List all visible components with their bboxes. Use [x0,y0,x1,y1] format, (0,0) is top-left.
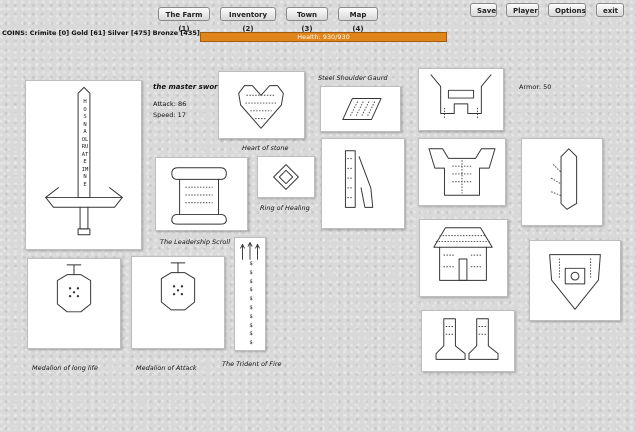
item-shield[interactable] [529,240,621,321]
boots-icon [435,318,499,360]
gauntlet-icon [551,148,578,210]
item-medalion-long-life[interactable] [27,258,121,349]
exit-button[interactable]: exit [596,3,624,17]
sword-speed: Speed: 17 [153,111,186,119]
player-button[interactable]: Player [506,3,539,17]
save-button[interactable]: Save [470,3,497,17]
item-helmet[interactable] [418,68,504,131]
ring-icon [273,164,299,190]
tab-map[interactable]: Map (4) [338,7,378,33]
medalion-attack-label: Medalion of Attack [136,364,197,372]
ring-label: Ring of Healing [260,204,310,212]
shoulder-guard-icon [342,98,382,120]
sword-name: the master sword [153,83,223,91]
tab-the-farm[interactable]: The Farm (1) [158,7,210,33]
medalion-life-label: Medalion of long life [32,364,98,372]
heart-label: Heart of stone [242,144,289,152]
item-heart-of-stone[interactable] [218,71,305,139]
item-ring-of-healing[interactable] [257,156,315,198]
health-bar: Health: 930/930 [200,32,447,42]
item-leg-armor[interactable] [321,138,405,229]
item-chest-armor[interactable] [418,138,506,206]
tab-inventory[interactable]: Inventory (2) [220,7,276,33]
sword-inscription: H O S N A OL RU AT E IM N E [81,99,89,188]
item-master-sword[interactable]: H O S N A OL RU AT E IM N E [25,80,142,250]
trident-shaft: $ $ $ $ $ $ $ $ $ $ [249,261,253,347]
shoulder-label: Steel Shoulder Gaurd [318,74,388,82]
item-house[interactable] [419,219,508,297]
medalion-icon [56,264,92,313]
item-trident-of-fire[interactable]: $ $ $ $ $ $ $ $ $ $ [234,237,266,351]
house-icon [433,227,493,281]
item-medalion-attack[interactable] [131,256,225,349]
helmet-icon [430,74,492,120]
item-steel-shoulder[interactable] [320,86,401,132]
medalion-attack-icon [160,262,196,311]
scroll-icon [171,167,227,225]
sword-attack: Attack: 86 [153,100,187,108]
item-boots[interactable] [421,310,515,372]
leg-armor-icon [344,150,374,208]
coins-readout: COINS: Crimite [0] Gold [61] Silver [475… [2,29,200,37]
item-gauntlet[interactable] [521,138,603,226]
shield-icon [549,254,601,310]
chest-armor-icon [428,148,496,196]
armor-stat: Armor: 50 [519,83,552,91]
heart-icon [238,85,284,129]
tab-town[interactable]: Town (3) [286,7,328,33]
item-leadership-scroll[interactable] [155,157,248,231]
scroll-label: The Leadership Scroll [160,238,231,246]
options-button[interactable]: Options [548,3,586,17]
trident-label: The Trident of Fire [222,360,282,368]
